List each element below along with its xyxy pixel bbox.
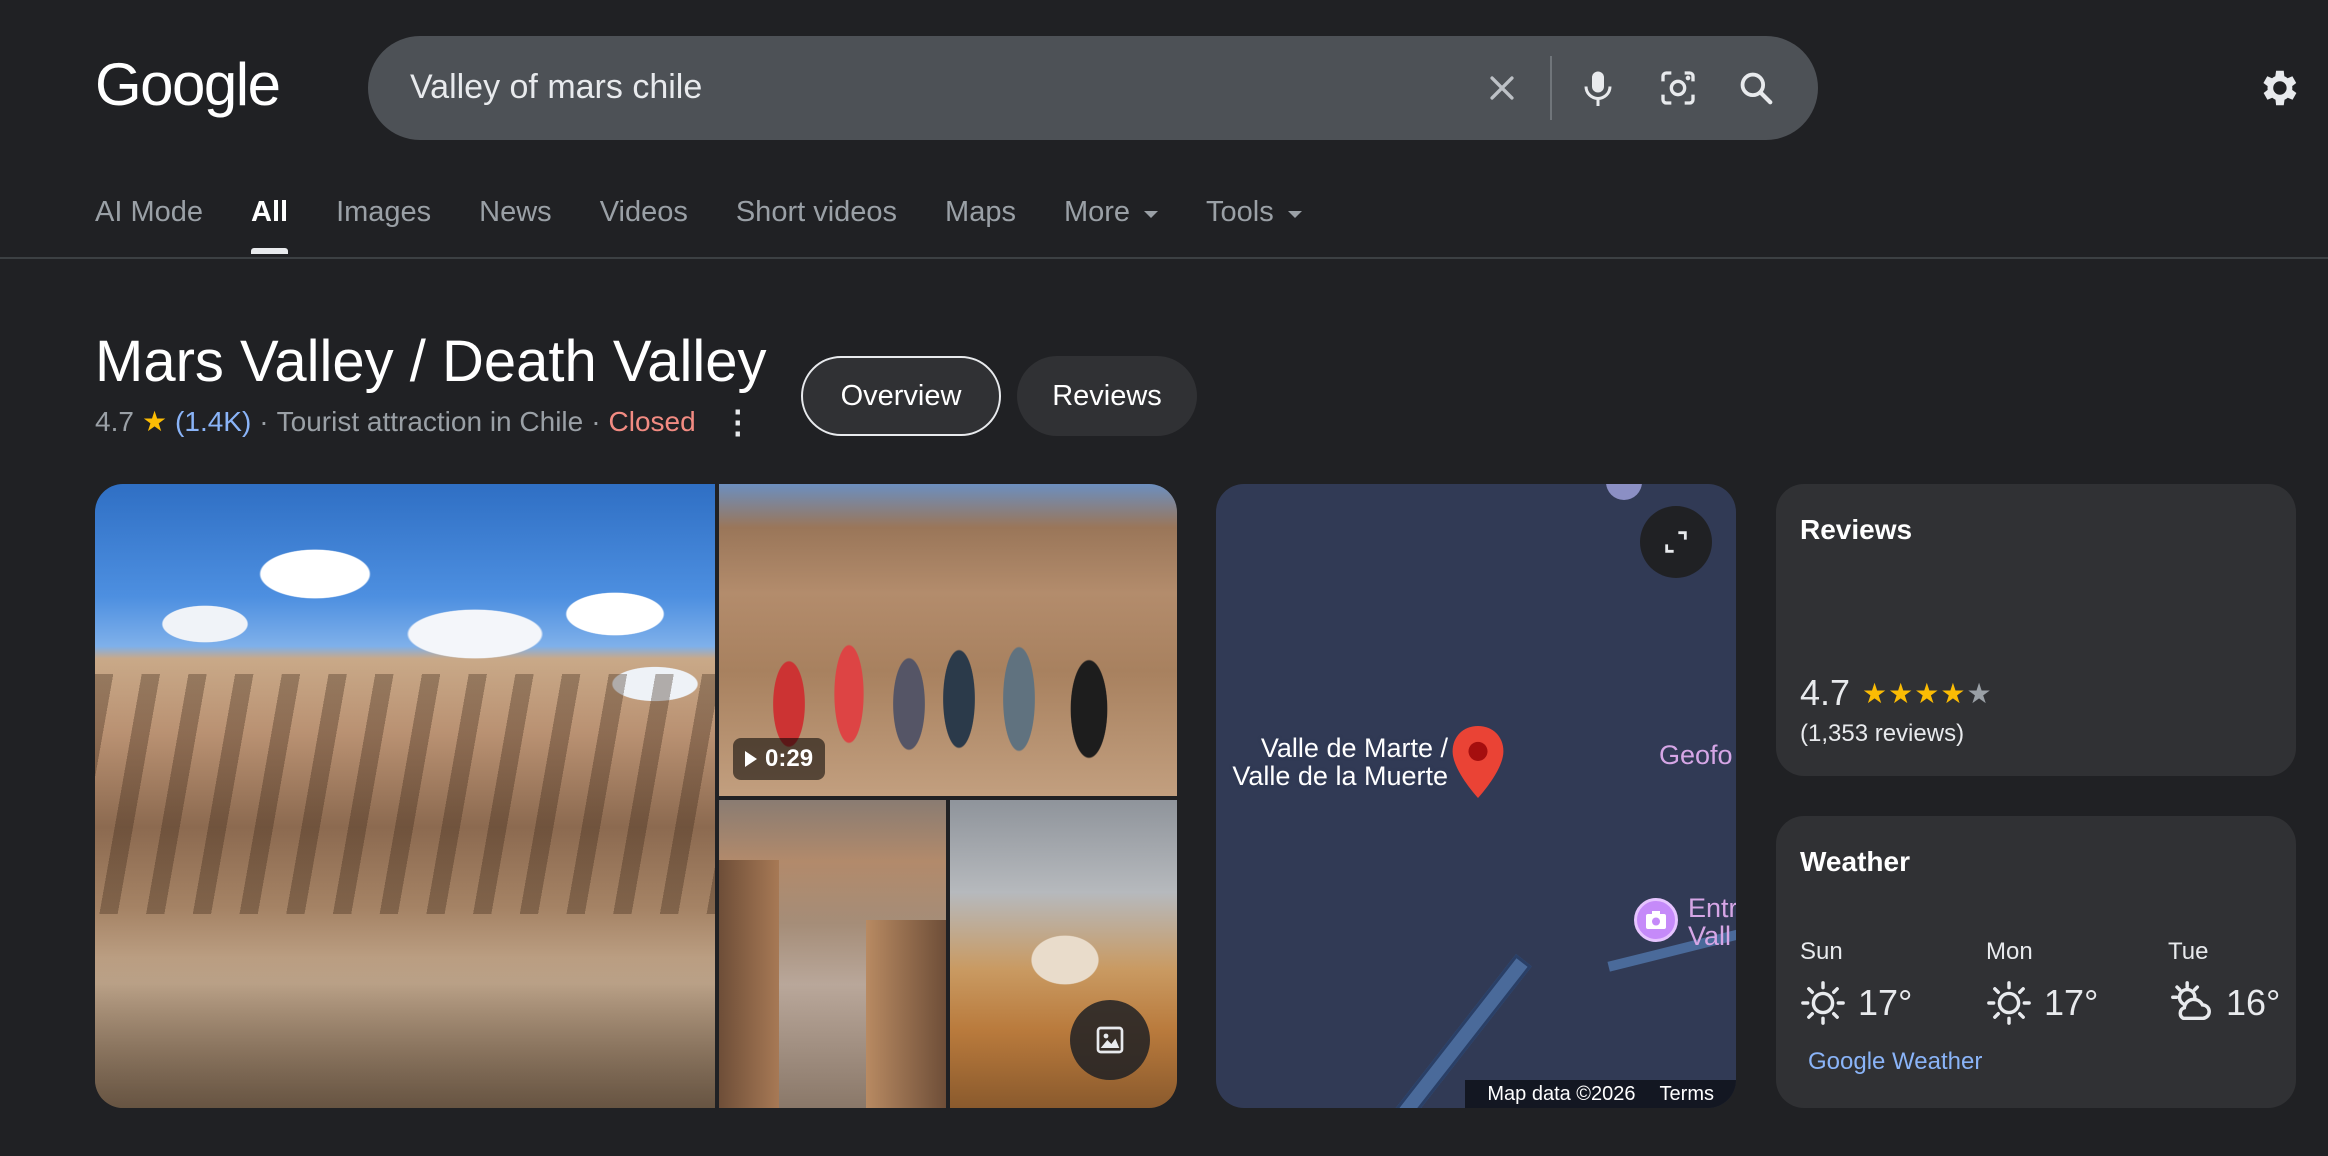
lens-icon[interactable] (1648, 58, 1708, 118)
rating-value: 4.7 (95, 405, 134, 437)
reviews-score: 4.7 ★★★★★ (1800, 672, 1993, 713)
expand-icon (1665, 531, 1687, 553)
overview-button[interactable]: Overview (801, 356, 1001, 436)
place-title: Mars Valley / Death Valley (95, 329, 767, 394)
tab-videos[interactable]: Videos (600, 196, 688, 256)
reviews-card-title: Reviews (1800, 514, 1913, 545)
map-footer: Map data ©2026 Terms (1465, 1080, 1736, 1108)
search-icon[interactable] (1726, 58, 1786, 118)
camera-pin-icon[interactable] (1634, 898, 1678, 942)
microphone-icon[interactable] (1568, 58, 1628, 118)
search-divider (1550, 56, 1552, 120)
tab-maps[interactable]: Maps (945, 196, 1016, 256)
star-icon: ★ (141, 406, 168, 437)
tab-short-videos[interactable]: Short videos (736, 196, 897, 256)
partly-cloudy-icon (2171, 981, 2211, 1021)
tab-all[interactable]: All (251, 196, 289, 256)
photo-grid: 0:29 (95, 484, 1177, 1108)
map-poi-label: Geofo (1659, 740, 1733, 770)
map-poi-label: Entr Vall (1688, 893, 1736, 951)
photo-canyon[interactable] (719, 800, 946, 1108)
more-options-icon[interactable]: ⋮ (722, 406, 754, 438)
tab-tools[interactable]: Tools (1206, 196, 1302, 256)
map-panel[interactable]: Valle de Marte / Valle de la Muerte Geof… (1216, 484, 1736, 1108)
separator: · (591, 405, 601, 437)
play-icon (745, 751, 757, 767)
tab-images[interactable]: Images (336, 196, 431, 256)
weather-temp: 17° (1800, 980, 1912, 1026)
tabs-divider (0, 257, 2328, 259)
separator: · (259, 405, 269, 437)
place-category: Tourist attraction in Chile (276, 405, 584, 437)
clear-icon[interactable] (1472, 58, 1532, 118)
google-logo[interactable]: Google (95, 50, 281, 119)
video-thumbnail[interactable]: 0:29 (719, 484, 1177, 796)
open-status: Closed (608, 405, 696, 437)
search-input[interactable]: Valley of mars chile (410, 68, 702, 107)
caret-down-icon (1287, 211, 1302, 218)
reviews-button[interactable]: Reviews (1017, 356, 1197, 436)
caret-down-icon (1144, 211, 1159, 218)
map-terms-link[interactable]: Terms (1660, 1083, 1714, 1106)
weather-temp: 16° (2168, 980, 2280, 1026)
tab-ai-mode[interactable]: AI Mode (95, 196, 203, 256)
expand-map-button[interactable] (1640, 506, 1712, 578)
reviews-count: (1,353 reviews) (1800, 720, 1965, 747)
weather-card[interactable]: Weather Sun 17° Mon 17° Tue 16° Google W… (1776, 816, 2296, 1108)
rating-stars-icon: ★★★★★ (1862, 677, 1993, 709)
more-photos-button[interactable] (1070, 1000, 1150, 1080)
tab-more[interactable]: More (1064, 196, 1159, 256)
photo-shadow (95, 958, 715, 1108)
search-tabs: AI Mode All Images News Videos Short vid… (95, 196, 1350, 256)
google-weather-link[interactable]: Google Weather (1808, 1048, 1982, 1076)
image-icon (1096, 1026, 1124, 1054)
photo-main[interactable] (95, 484, 715, 1108)
photo-people (1010, 900, 1120, 990)
weather-day: Tue (2168, 938, 2209, 965)
photo-texture (95, 674, 715, 914)
weather-temp: 17° (1986, 980, 2098, 1026)
weather-day: Sun (1800, 938, 1843, 965)
place-meta: 4.7 ★ (1.4K) · Tourist attraction in Chi… (95, 405, 754, 438)
weather-day: Mon (1986, 938, 2033, 965)
sun-icon (1987, 981, 2031, 1025)
tab-news[interactable]: News (479, 196, 552, 256)
photo-texture (719, 860, 779, 1108)
map-data-credit: Map data ©2026 (1487, 1082, 1636, 1105)
photo-texture (866, 920, 946, 1108)
settings-gear-icon[interactable] (2248, 58, 2308, 118)
map-marker (1606, 484, 1642, 500)
weather-card-title: Weather (1800, 846, 1910, 877)
sun-icon (1801, 981, 1845, 1025)
video-duration-badge: 0:29 (733, 738, 826, 780)
rating-count-link[interactable]: (1.4K) (175, 406, 251, 438)
map-pin-icon[interactable] (1452, 726, 1504, 803)
map-place-label: Valle de Marte / Valle de la Muerte (1232, 733, 1448, 791)
search-box[interactable]: Valley of mars chile (368, 36, 1818, 140)
reviews-card[interactable]: Reviews 4.7 ★★★★★ (1,353 reviews) (1776, 484, 2296, 776)
